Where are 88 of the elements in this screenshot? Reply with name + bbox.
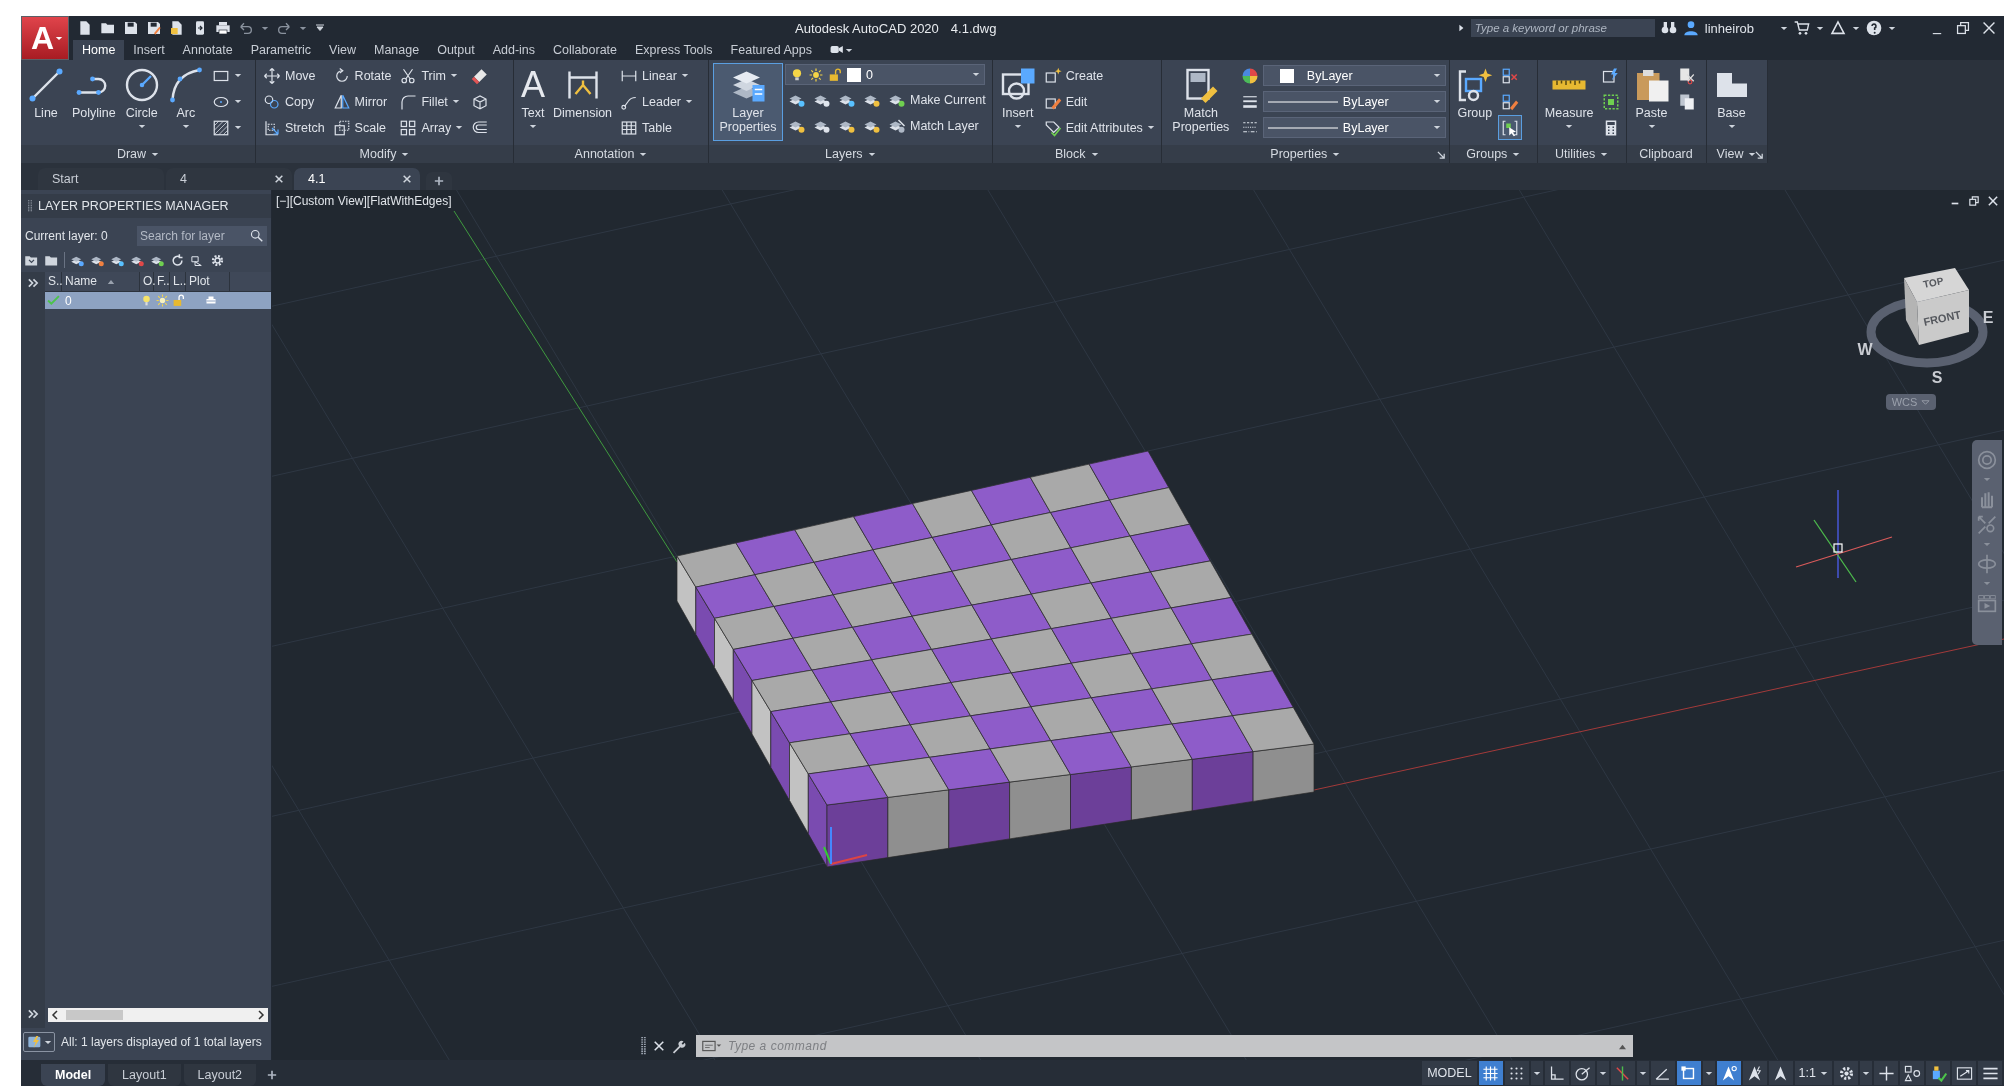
ribbon-tool-button[interactable]: Line <box>25 63 67 141</box>
column-header[interactable]: F.. <box>154 272 170 291</box>
compass-direction-label[interactable]: W <box>1857 341 1873 358</box>
command-line-field[interactable]: Type a command <box>696 1035 1633 1057</box>
column-header[interactable]: Plot <box>186 272 230 291</box>
ribbon-tool-button[interactable]: Layer Properties <box>713 63 783 141</box>
ribbon-tool-button[interactable]: Measure <box>1541 63 1597 141</box>
document-tab[interactable]: Start <box>38 168 164 190</box>
ribbon-tab[interactable]: Output <box>428 40 484 60</box>
document-tab[interactable]: 4.1 <box>294 168 420 190</box>
ribbon-tool-button[interactable]: Edit Attributes <box>1040 115 1158 140</box>
viewcube-face-label[interactable]: TOP <box>1922 275 1945 291</box>
ribbon-panel-title[interactable]: Clipboard <box>1626 145 1706 163</box>
ribbon-tool-button[interactable]: Stretch <box>260 115 328 140</box>
layout-tab[interactable]: Model <box>41 1064 106 1086</box>
ribbon-tool-button[interactable]: Array <box>396 115 467 140</box>
current-layer-label: Current layer: 0 <box>25 229 108 243</box>
layout-tab[interactable]: Layout2 <box>183 1064 257 1086</box>
search-field[interactable]: Search for layer <box>137 226 267 246</box>
ribbon-tool-button[interactable]: Edit <box>1040 89 1158 114</box>
ribbon-tab[interactable]: View <box>320 40 365 60</box>
ribbon-panel-title[interactable]: Properties <box>1161 145 1449 163</box>
ribbon-tab[interactable]: Parametric <box>241 40 321 60</box>
layer-count-text: All: 1 layers displayed of 1 total layers <box>61 1035 262 1049</box>
ribbon-tool-button[interactable]: Rotate <box>329 63 395 88</box>
property-dropdown[interactable]: ByLayer <box>1262 117 1446 138</box>
column-header[interactable]: L.. <box>170 272 186 291</box>
search-field[interactable]: Type a keyword or phrase <box>1470 19 1655 37</box>
ribbon-tool-button[interactable]: Group <box>1453 63 1496 141</box>
ribbon-panel-title[interactable]: Groups <box>1449 145 1537 163</box>
ribbon-tool-button[interactable]: Copy <box>260 89 328 114</box>
user-name[interactable]: linheirob <box>1704 20 1754 36</box>
palette-title: LAYER PROPERTIES MANAGER <box>38 199 229 213</box>
ribbon-tab[interactable]: Home <box>73 40 125 60</box>
column-header[interactable]: O. <box>140 272 154 291</box>
column-header[interactable]: Name <box>62 272 140 291</box>
document-tab[interactable]: 4 <box>166 168 292 190</box>
ribbon-tool-button[interactable]: Insert <box>996 63 1039 141</box>
ribbon-tool-button[interactable]: Move <box>260 63 328 88</box>
ribbon-tool-button[interactable]: Leader <box>617 89 696 114</box>
command-input[interactable]: Type a command <box>726 1038 1614 1054</box>
viewport-label[interactable]: [−][Custom View][FlatWithEdges] <box>276 194 452 208</box>
ribbon-tool-button[interactable]: Base <box>1710 63 1753 141</box>
ribbon-panel-title[interactable]: View <box>1706 145 1767 163</box>
ribbon-tab[interactable]: Manage <box>364 40 429 60</box>
ribbon-tab[interactable]: Annotate <box>173 40 242 60</box>
ribbon-tool-button[interactable]: Scale <box>329 115 395 140</box>
ribbon-tool-button[interactable]: Linear <box>617 63 696 88</box>
compass-direction-label[interactable]: E <box>1982 309 1994 326</box>
layout-tab[interactable]: Layout1 <box>108 1064 181 1086</box>
ribbon-panel-title[interactable]: Block <box>992 145 1161 163</box>
property-dropdown[interactable]: ByLayer <box>1262 91 1446 112</box>
application-menu-button[interactable]: A <box>21 16 69 60</box>
ribbon-tab[interactable]: Featured Apps <box>721 40 821 60</box>
ribbon-tool-button[interactable]: Match Layer <box>885 113 982 138</box>
ribbon-tool-button[interactable]: Paste <box>1630 63 1673 141</box>
ribbon-tool-button[interactable]: Arc <box>164 63 207 141</box>
ribbon-tool-button[interactable]: Table <box>617 115 696 140</box>
ribbon-tool-button[interactable]: Trim <box>396 63 467 88</box>
layer-dropdown[interactable]: 0 <box>785 64 985 85</box>
ribbon-panel-title[interactable]: Utilities <box>1537 145 1626 163</box>
ribbon-tab[interactable]: Collaborate <box>544 40 626 60</box>
ribbon-tool-button[interactable]: Circle <box>120 63 163 141</box>
model-space-button[interactable]: MODEL <box>1422 1061 1477 1085</box>
ribbon-tool-button[interactable]: A Text <box>518 63 548 141</box>
ribbon-tool-button[interactable]: Fillet <box>396 89 467 114</box>
column-header[interactable]: S.. <box>45 272 62 291</box>
ribbon-tool-button[interactable]: Polyline <box>69 63 119 141</box>
ribbon-panel-title[interactable]: Layers <box>709 145 992 163</box>
ribbon-tool-button[interactable]: Create <box>1040 63 1158 88</box>
ribbon-tool-button[interactable]: Dimension <box>550 63 616 141</box>
ribbon-tab[interactable]: Express Tools <box>626 40 722 60</box>
ribbon-tab[interactable]: Add-ins <box>483 40 545 60</box>
ribbon-panel-title[interactable]: Annotation <box>514 145 708 163</box>
ribbon-tool-button[interactable]: Match Properties <box>1165 63 1236 141</box>
ribbon-tool-button[interactable]: Make Current <box>885 87 989 112</box>
layer-name: 0 <box>64 293 73 308</box>
ribbon-panel-title[interactable]: Modify <box>256 145 513 163</box>
file-name: 4.1.dwg <box>950 20 997 36</box>
compass-direction-label[interactable]: S <box>1931 369 1943 386</box>
annotation-scale-button[interactable]: 1:1 <box>1794 1061 1832 1085</box>
text-tool-glyph: A <box>521 67 545 103</box>
app-title: Autodesk AutoCAD 2020 <box>795 20 939 36</box>
ribbon-panel-title[interactable]: Draw <box>21 145 255 163</box>
ribbon-tab[interactable]: Insert <box>124 40 174 60</box>
ribbon-tool-button[interactable]: Mirror <box>329 89 395 114</box>
search-input[interactable]: Search for layer <box>140 229 250 243</box>
property-dropdown[interactable]: ByLayer <box>1262 65 1446 86</box>
